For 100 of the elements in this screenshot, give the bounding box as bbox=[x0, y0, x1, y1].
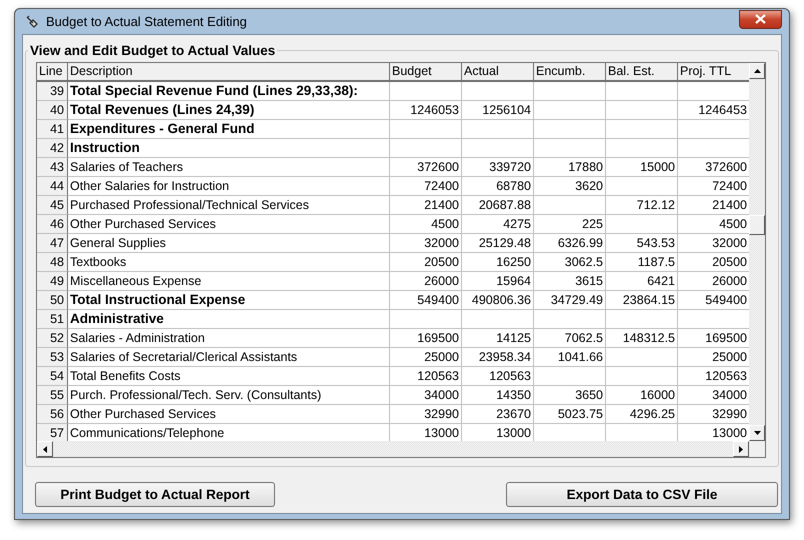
line-number: 42 bbox=[37, 139, 68, 158]
table-cell-text: Textbooks bbox=[69, 254, 128, 271]
table-cell-text: Purchased Professional/Technical Services bbox=[69, 197, 310, 214]
table-cell-text: 25000 bbox=[423, 349, 460, 366]
line-number: 40 bbox=[37, 101, 68, 120]
table-cell-text: 5023.75 bbox=[556, 406, 604, 423]
table-cell-text: 1246453 bbox=[697, 102, 748, 119]
table-cell-text: Total Instructional Expense bbox=[69, 291, 246, 309]
scroll-up-button[interactable] bbox=[749, 63, 765, 79]
line-number: 51 bbox=[37, 310, 68, 329]
table-cell-text: 20500 bbox=[423, 254, 460, 271]
table-cell-text: 72400 bbox=[711, 178, 748, 195]
line-number: 39 bbox=[37, 82, 68, 101]
table-cell-text: 4500 bbox=[430, 216, 460, 233]
column-header[interactable]: Actual bbox=[462, 63, 534, 82]
column-header[interactable]: Encumb. bbox=[534, 63, 606, 82]
line-number: 54 bbox=[37, 367, 68, 386]
table-cell-text: Other Salaries for Instruction bbox=[69, 178, 230, 195]
table-cell-text: 13000 bbox=[711, 425, 748, 442]
table-cell-text: 14125 bbox=[495, 330, 532, 347]
table-cell-text: 16250 bbox=[495, 254, 532, 271]
table-cell-text: 169500 bbox=[416, 330, 460, 347]
table-cell-text: Salaries - Administration bbox=[69, 330, 206, 347]
table-cell-text: Other Purchased Services bbox=[69, 406, 217, 423]
table-cell-text: Total Benefits Costs bbox=[69, 368, 182, 385]
table-cell-text: 120563 bbox=[416, 368, 460, 385]
table-cell-text: 34729.49 bbox=[550, 292, 604, 309]
table-cell-text: 32000 bbox=[423, 235, 460, 252]
table-cell-text: 23958.34 bbox=[478, 349, 532, 366]
table-cell-text: 23864.15 bbox=[622, 292, 676, 309]
scroll-right-button[interactable] bbox=[733, 441, 749, 457]
table-cell-text: Salaries of Secretarial/Clerical Assistants bbox=[69, 349, 298, 366]
table-cell-text: 169500 bbox=[704, 330, 748, 347]
column-header[interactable]: Bal. Est. bbox=[606, 63, 678, 82]
table-cell-text: 34000 bbox=[711, 387, 748, 404]
close-icon bbox=[755, 14, 766, 24]
table-cell-text: 26000 bbox=[711, 273, 748, 290]
line-number: 55 bbox=[37, 386, 68, 405]
table-cell-text: 21400 bbox=[711, 197, 748, 214]
table-cell-text: Salaries of Teachers bbox=[69, 159, 184, 176]
up-arrow-icon bbox=[754, 69, 760, 73]
table-cell-text: 26000 bbox=[423, 273, 460, 290]
table-cell-text: 13000 bbox=[423, 425, 460, 442]
table-cell-text: 490806.36 bbox=[470, 292, 532, 309]
table-cell-text: 339720 bbox=[488, 159, 532, 176]
table-cell-text: 15964 bbox=[495, 273, 532, 290]
table-cell-text: 3620 bbox=[574, 178, 604, 195]
column-header[interactable]: Description bbox=[68, 63, 390, 82]
table-cell-text: 549400 bbox=[416, 292, 460, 309]
vertical-scrollbar[interactable] bbox=[749, 79, 765, 425]
line-number: 56 bbox=[37, 405, 68, 424]
column-header[interactable]: Line bbox=[37, 63, 68, 82]
table-cell-text: 120563 bbox=[488, 368, 532, 385]
window-title: Budget to Actual Statement Editing bbox=[46, 14, 247, 29]
table-cell-text: 1246053 bbox=[409, 102, 460, 119]
table-cell-text: 16000 bbox=[639, 387, 676, 404]
table-cell-text: 13000 bbox=[495, 425, 532, 442]
left-arrow-icon bbox=[43, 446, 47, 452]
table-cell-text: 372600 bbox=[704, 159, 748, 176]
table-cell-text: Purch. Professional/Tech. Serv. (Consultants) bbox=[69, 387, 322, 404]
table-cell-text: 25129.48 bbox=[478, 235, 532, 252]
table-cell-text: 6326.99 bbox=[556, 235, 604, 252]
table-cell-text: Expenditures - General Fund bbox=[69, 120, 256, 138]
table-cell-text: 148312.5 bbox=[622, 330, 676, 347]
print-report-button[interactable]: Print Budget to Actual Report bbox=[35, 482, 275, 507]
right-arrow-icon bbox=[739, 446, 743, 452]
table-cell-text: 3615 bbox=[574, 273, 604, 290]
app-icon bbox=[24, 14, 40, 30]
scroll-left-button[interactable] bbox=[37, 441, 53, 457]
horizontal-scrollbar[interactable] bbox=[53, 441, 733, 457]
table-cell-text: Total Revenues (Lines 24,39) bbox=[69, 101, 256, 119]
column-header[interactable]: Budget bbox=[390, 63, 462, 82]
scroll-down-button[interactable] bbox=[749, 425, 765, 441]
table-cell-text: 1187.5 bbox=[636, 254, 676, 271]
table-cell-text: 14350 bbox=[495, 387, 532, 404]
table-cell-text: 23670 bbox=[495, 406, 532, 423]
column-header[interactable]: Proj. TTL bbox=[678, 63, 750, 82]
table-cell-text: 32990 bbox=[711, 406, 748, 423]
table-cell-text: 17880 bbox=[567, 159, 604, 176]
table-cell-text: 25000 bbox=[711, 349, 748, 366]
export-csv-button[interactable]: Export Data to CSV File bbox=[506, 482, 778, 507]
line-number: 46 bbox=[37, 215, 68, 234]
table-cell-text: 4275 bbox=[502, 216, 532, 233]
table-cell-text: 372600 bbox=[416, 159, 460, 176]
scroll-thumb[interactable] bbox=[749, 215, 765, 235]
table-cell-text: 32000 bbox=[711, 235, 748, 252]
table-cell-text: 4500 bbox=[718, 216, 748, 233]
down-arrow-icon bbox=[754, 431, 760, 435]
line-number: 49 bbox=[37, 272, 68, 291]
table-cell-text: 34000 bbox=[423, 387, 460, 404]
table-cell-text: 543.53 bbox=[636, 235, 676, 252]
line-number: 44 bbox=[37, 177, 68, 196]
table-cell-text: Instruction bbox=[69, 139, 141, 157]
table-cell-text: 3062.5 bbox=[564, 254, 604, 271]
group-title: View and Edit Budget to Actual Values bbox=[29, 43, 276, 58]
line-number: 47 bbox=[37, 234, 68, 253]
table-cell-text: 20687.88 bbox=[478, 197, 532, 214]
close-button[interactable] bbox=[739, 10, 782, 28]
table-cell-text: 120563 bbox=[704, 368, 748, 385]
table-cell-text: 1041.66 bbox=[556, 349, 604, 366]
